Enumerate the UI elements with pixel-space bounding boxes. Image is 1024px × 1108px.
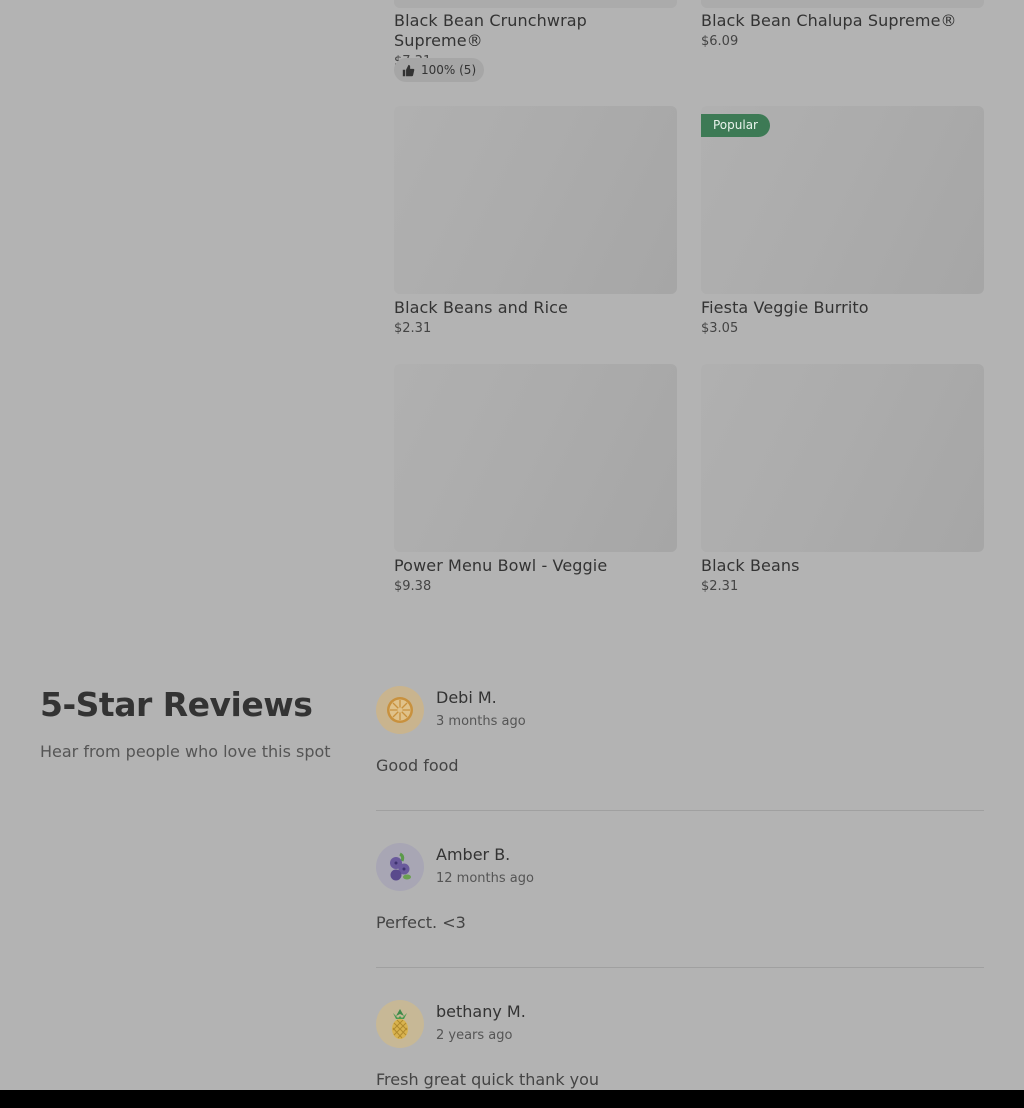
item-price: $2.31 (394, 321, 432, 336)
bottom-bar (0, 1090, 1024, 1108)
reviewer-name: Amber B. (436, 845, 511, 864)
review-time: 3 months ago (436, 714, 526, 729)
popular-badge: Popular (701, 114, 770, 137)
item-name: Fiesta Veggie Burrito (701, 298, 869, 317)
review-divider (376, 810, 984, 811)
item-image[interactable] (394, 106, 677, 294)
reviewer-name: Debi M. (436, 688, 497, 707)
menu-item-card[interactable]: Black Beans $2.31 (701, 364, 984, 595)
avatar (376, 1000, 424, 1048)
review-time: 2 years ago (436, 1028, 513, 1043)
review-text: Fresh great quick thank you (376, 1070, 600, 1089)
item-name: Black Beans (701, 556, 800, 575)
item-image[interactable] (394, 364, 677, 552)
orange-slice-icon (387, 697, 413, 723)
rating-text: 100% (5) (421, 63, 477, 77)
item-image-partial[interactable] (701, 0, 984, 8)
review-text: Good food (376, 756, 459, 775)
thumbs-up-icon (402, 64, 415, 76)
pineapple-icon (392, 1009, 408, 1039)
rating-badge: 100% (5) (394, 58, 485, 82)
item-price: $3.05 (701, 321, 739, 336)
menu-item-card[interactable]: Black Beans and Rice $2.31 (394, 106, 677, 337)
avatar (376, 686, 424, 734)
item-price: $2.31 (701, 579, 739, 594)
menu-item-card[interactable]: Black Bean Chalupa Supreme® $6.09 (701, 11, 984, 50)
item-price: $6.09 (701, 34, 739, 49)
blueberries-icon (390, 852, 411, 881)
item-name: Black Bean Crunchwrap Supreme® (394, 11, 587, 50)
item-image[interactable] (701, 364, 984, 552)
review-divider (376, 967, 984, 968)
menu-item-card[interactable]: Popular Fiesta Veggie Burrito $3.05 (701, 106, 984, 337)
item-name: Black Bean Chalupa Supreme® (701, 11, 957, 30)
reviewer-name: bethany M. (436, 1002, 526, 1021)
review-text: Perfect. <3 (376, 913, 466, 932)
item-name: Power Menu Bowl - Veggie (394, 556, 608, 575)
menu-item-card[interactable]: Power Menu Bowl - Veggie $9.38 (394, 364, 677, 595)
item-name: Black Beans and Rice (394, 298, 568, 317)
avatar (376, 843, 424, 891)
item-image-partial[interactable] (394, 0, 677, 8)
reviews-subtitle: Hear from people who love this spot (40, 742, 331, 761)
item-price: $9.38 (394, 579, 432, 594)
reviews-heading: 5-Star Reviews (40, 685, 313, 724)
review-time: 12 months ago (436, 871, 534, 886)
store-page: Black Bean Crunchwrap Supreme® $7.31 100… (0, 0, 1024, 1108)
